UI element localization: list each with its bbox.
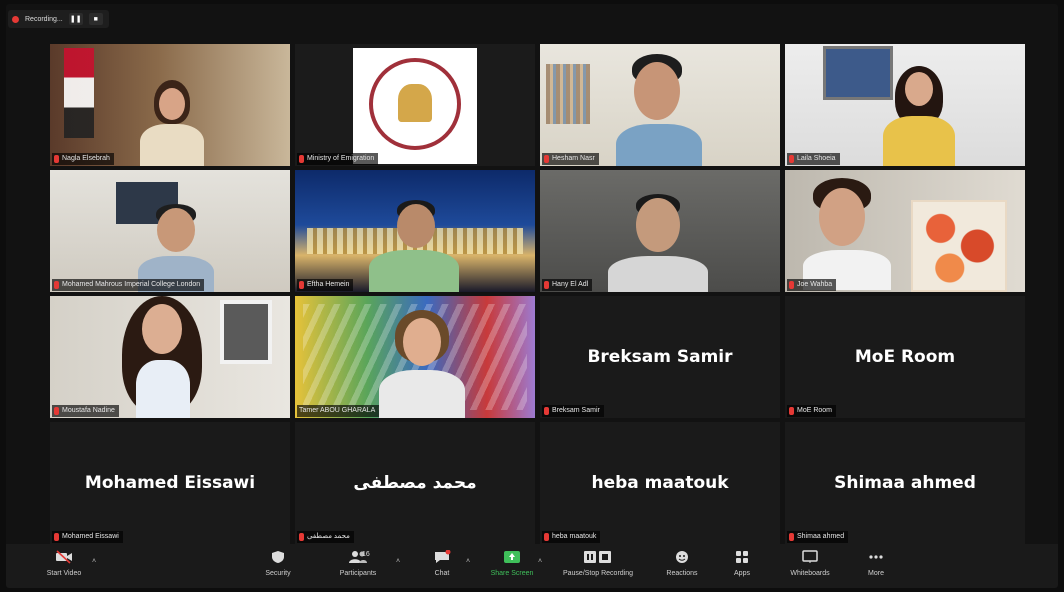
participant-name-label: Joe Wahba xyxy=(787,279,837,291)
participants-icon: 16 xyxy=(341,550,375,564)
participant-name-label: Nagla Elsebrah xyxy=(52,153,114,165)
participants-button[interactable]: 16 Participants xyxy=(322,550,394,577)
recording-indicator: Recording... ❚❚ ■ xyxy=(8,10,109,28)
participant-display-name: heba maatouk xyxy=(591,473,729,493)
participant-tile[interactable]: Breksam Samir Breksam Samir xyxy=(540,296,780,418)
participant-tile[interactable]: Joe Wahba xyxy=(785,170,1025,292)
participant-name-label: MoE Room xyxy=(787,405,837,417)
participant-tile[interactable]: Laila Shoeia xyxy=(785,44,1025,166)
security-button[interactable]: Security xyxy=(242,550,314,577)
mic-muted-icon xyxy=(54,533,59,541)
more-button[interactable]: More xyxy=(840,550,912,577)
share-options-caret-icon[interactable]: ˄ xyxy=(538,558,542,565)
participant-name-label: Hany El Adl xyxy=(542,279,593,291)
zoom-meeting-window: Recording... ❚❚ ■ Nagla Elsebrah Ministr… xyxy=(6,4,1058,588)
mic-muted-icon xyxy=(544,533,549,541)
participant-display-name: MoE Room xyxy=(854,347,956,367)
participant-display-name: Shimaa ahmed xyxy=(834,473,976,493)
stop-recording-icon[interactable]: ■ xyxy=(88,13,103,25)
mic-muted-icon xyxy=(544,407,549,415)
share-screen-icon xyxy=(503,550,521,564)
participant-name-label: Laila Shoeia xyxy=(787,153,840,165)
participant-name-label: محمد مصطفى xyxy=(297,531,354,543)
apps-icon xyxy=(733,550,751,564)
mic-muted-icon xyxy=(54,407,59,415)
mic-muted-icon xyxy=(299,533,304,541)
mic-muted-icon xyxy=(789,533,794,541)
ministry-seal-icon xyxy=(398,84,432,122)
participant-tile[interactable]: Mohamed Mahrous Imperial College London xyxy=(50,170,290,292)
recording-dot-icon xyxy=(12,15,19,23)
participant-name-label: Mohamed Eissawi xyxy=(52,531,123,543)
chat-bubble-icon xyxy=(433,549,451,564)
pause-stop-recording-button[interactable]: Pause/Stop Recording xyxy=(552,550,644,577)
apps-button[interactable]: Apps xyxy=(706,550,778,577)
start-video-button[interactable]: Start Video xyxy=(28,550,100,577)
participant-display-name: Breksam Samir xyxy=(587,347,733,367)
participant-tile[interactable]: heba maatouk heba maatouk xyxy=(540,422,780,544)
participant-name-label: Mohamed Mahrous Imperial College London xyxy=(52,279,205,291)
participant-name-label: Moustafa Nadine xyxy=(52,405,119,417)
participant-name-label: Shimaa ahmed xyxy=(787,531,849,543)
mic-muted-icon xyxy=(789,407,794,415)
participant-name-label: Breksam Samir xyxy=(542,405,604,417)
participant-tile[interactable]: MoE Room MoE Room xyxy=(785,296,1025,418)
mic-muted-icon xyxy=(789,281,794,289)
pause-stop-recording-icon xyxy=(583,550,613,564)
active-speaker-tile[interactable]: Tamer ABOU GHARALA xyxy=(295,296,535,418)
participant-tile[interactable]: Ministry of Emigration xyxy=(295,44,535,166)
participants-options-caret-icon[interactable]: ˄ xyxy=(396,558,400,565)
more-dots-icon xyxy=(867,550,885,564)
participant-tile[interactable]: Hesham Nasr xyxy=(540,44,780,166)
participant-name-label: Ministry of Emigration xyxy=(297,153,379,165)
participants-count: 16 xyxy=(362,551,370,558)
participant-tile[interactable]: Nagla Elsebrah xyxy=(50,44,290,166)
participant-tile[interactable]: محمد مصطفى محمد مصطفى xyxy=(295,422,535,544)
whiteboards-button[interactable]: Whiteboards xyxy=(774,550,846,577)
mic-muted-icon xyxy=(789,155,794,163)
participant-name-label: Hesham Nasr xyxy=(542,153,599,165)
mic-muted-icon xyxy=(54,281,59,289)
participant-tile[interactable]: Eftha Hemein xyxy=(295,170,535,292)
participant-display-name: Mohamed Eissawi xyxy=(84,473,256,493)
video-options-caret-icon[interactable]: ˄ xyxy=(92,558,96,565)
participant-tile[interactable]: Mohamed Eissawi Mohamed Eissawi xyxy=(50,422,290,544)
mic-muted-icon xyxy=(544,281,549,289)
participant-tile[interactable]: Shimaa ahmed Shimaa ahmed xyxy=(785,422,1025,544)
recording-label: Recording... xyxy=(25,15,63,23)
video-off-icon xyxy=(55,550,73,564)
chat-options-caret-icon[interactable]: ˄ xyxy=(466,558,470,565)
mic-muted-icon xyxy=(544,155,549,163)
participant-name-label: Eftha Hemein xyxy=(297,279,354,291)
participant-tile[interactable]: Moustafa Nadine xyxy=(50,296,290,418)
shield-icon xyxy=(269,550,287,564)
pause-recording-icon[interactable]: ❚❚ xyxy=(68,13,83,25)
smiley-icon xyxy=(673,550,691,564)
whiteboard-icon xyxy=(801,550,819,564)
mic-muted-icon xyxy=(299,155,304,163)
participant-display-name: محمد مصطفى xyxy=(353,473,477,493)
mic-muted-icon xyxy=(299,281,304,289)
mic-muted-icon xyxy=(54,155,59,163)
meeting-toolbar: Start Video ˄ Security 16 Participants ˄… xyxy=(6,544,1058,588)
participant-name-label: heba maatouk xyxy=(542,531,601,543)
participant-name-label: Tamer ABOU GHARALA xyxy=(297,405,380,417)
participant-tile[interactable]: Hany El Adl xyxy=(540,170,780,292)
